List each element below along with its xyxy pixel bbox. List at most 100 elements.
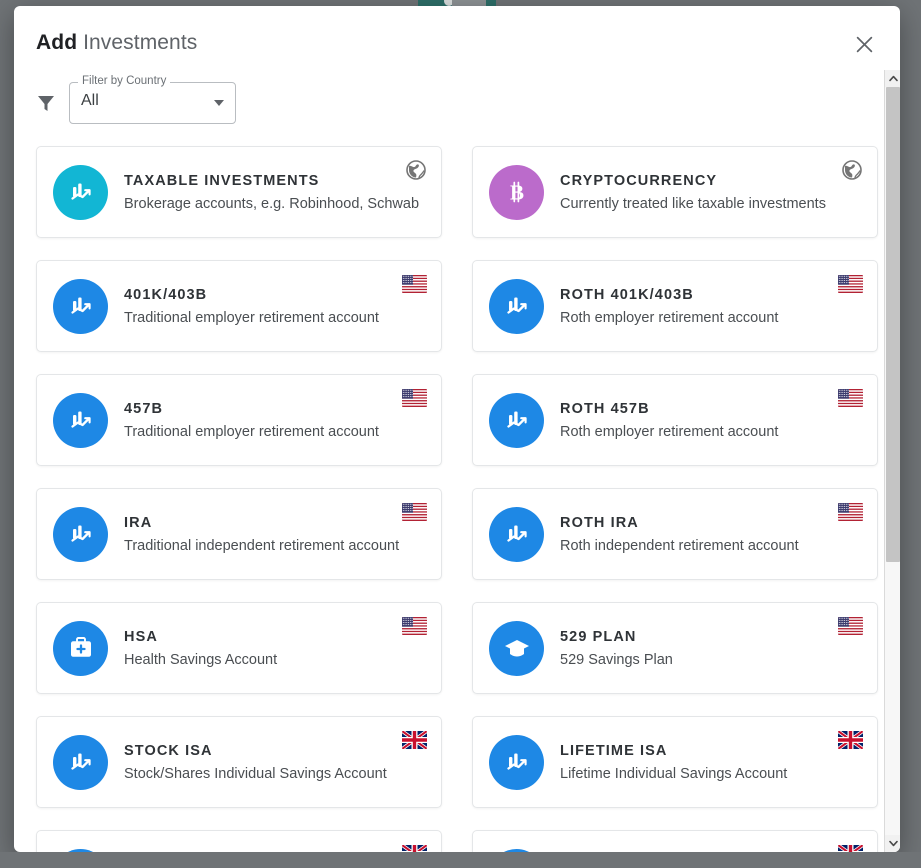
card-title: Roth IRA [560,514,639,531]
card-title: Stock ISA [124,742,213,759]
uk-flag-icon [838,731,863,749]
card-text-block: 401K/403B Traditional employer retirement… [124,287,379,326]
card-icon-badge [53,734,108,790]
scroll-down-button[interactable] [885,835,900,852]
chart-trending-up-icon [506,297,527,314]
us-flag-icon [402,389,427,407]
card-text-block: 457B Traditional employer retirement acco… [124,401,379,440]
card-title: Roth 457B [560,400,650,417]
us-flag-icon [838,617,863,635]
dialog-header: Add Investments [14,6,900,76]
scroll-up-button[interactable] [885,70,900,87]
chevron-up-icon [888,75,898,82]
investment-type-list: Taxable Investments Brokerage accounts, e… [14,138,900,852]
card-title: IRA [124,514,153,531]
card-text-block: Stock ISA Stock/Shares Individual Savings… [124,743,387,782]
investment-type-card[interactable]: Roth IRA Roth independent retirement acco… [472,488,878,580]
card-region-indicator [402,845,427,852]
us-flag-icon [402,503,427,521]
card-icon-badge [53,164,108,220]
chevron-down-icon [888,840,898,847]
card-region-indicator [838,617,863,635]
card-region-indicator [402,275,427,293]
investment-type-card[interactable]: Lifetime ISA Lifetime Individual Savings … [472,716,878,808]
card-subtitle: Traditional employer retirement account [124,423,379,440]
us-flag-icon [402,617,427,635]
chevron-down-icon[interactable] [214,100,224,106]
card-icon-badge [489,506,544,562]
investment-type-card[interactable]: 529 Plan 529 Savings Plan [472,602,878,694]
uk-flag-icon [402,845,427,852]
viewport-bottom-edge [0,852,921,868]
investment-type-card[interactable]: Roth 401K/403B Roth employer retirement a… [472,260,878,352]
card-text-block: HSA Health Savings Account [124,629,277,668]
card-title: 457B [124,400,164,417]
card-title: Cryptocurrency [560,172,718,189]
card-icon-badge [489,278,544,334]
card-region-indicator [838,731,863,749]
uk-flag-icon [402,731,427,749]
card-icon-badge [53,392,108,448]
card-region-indicator [838,275,863,293]
investment-type-card[interactable] [36,830,442,852]
card-title: 529 Plan [560,628,637,645]
scrollbar-thumb[interactable] [886,87,900,562]
card-icon-badge [489,620,544,676]
card-title: HSA [124,628,158,645]
investment-type-card[interactable] [472,830,878,852]
card-region-indicator [838,845,863,852]
card-region-indicator [838,389,863,407]
investment-type-card[interactable]: HSA Health Savings Account [36,602,442,694]
vertical-scrollbar[interactable] [884,70,900,852]
graduation-cap-icon [504,640,529,657]
chart-trending-up-icon [506,411,527,428]
card-subtitle: Brokerage accounts, e.g. Robinhood, Schw… [124,195,420,212]
card-subtitle: Lifetime Individual Savings Account [560,765,788,782]
globe-icon [406,160,426,180]
dialog-title-light: Investments [83,31,198,54]
card-icon-badge [53,506,108,562]
chart-trending-up-icon [70,411,91,428]
investment-type-card[interactable]: 457B Traditional employer retirement acco… [36,374,442,466]
chart-trending-up-icon [70,297,91,314]
country-filter-value: All [81,92,99,109]
chart-trending-up-icon [506,753,527,770]
card-icon-badge [489,734,544,790]
card-text-block: IRA Traditional independent retirement ac… [124,515,399,554]
country-filter-label: Filter by Country [78,75,171,88]
card-region-indicator [405,159,427,181]
filter-funnel-icon [38,96,54,111]
card-region-indicator [838,503,863,521]
card-text-block: Roth IRA Roth independent retirement acco… [560,515,799,554]
investment-type-card[interactable]: Stock ISA Stock/Shares Individual Savings… [36,716,442,808]
investment-type-card[interactable]: IRA Traditional independent retirement ac… [36,488,442,580]
card-region-indicator [841,159,863,181]
card-text-block: 529 Plan 529 Savings Plan [560,629,673,668]
investment-type-card[interactable]: 401K/403B Traditional employer retirement… [36,260,442,352]
chart-trending-up-icon [70,183,91,200]
card-text-block: Taxable Investments Brokerage accounts, e… [124,173,419,212]
investment-type-card[interactable]: Roth 457B Roth employer retirement accoun… [472,374,878,466]
card-subtitle: Stock/Shares Individual Savings Account [124,765,387,782]
card-text-block: Roth 401K/403B Roth employer retirement a… [560,287,778,326]
add-investments-dialog: Add Investments Filter by Country All Ta… [14,6,900,852]
page-root: Add Investments Filter by Country All Ta… [0,0,921,868]
card-subtitle: Roth employer retirement account [560,423,779,440]
medical-bag-icon [70,637,91,657]
card-subtitle: Roth employer retirement account [560,309,779,326]
page-title: Add Investments [36,31,197,55]
card-subtitle: Traditional employer retirement account [124,309,379,326]
us-flag-icon [838,275,863,293]
card-subtitle: Health Savings Account [124,651,278,668]
card-subtitle: Roth independent retirement account [560,537,799,554]
card-icon-badge [53,278,108,334]
investment-type-card[interactable]: B Cryptocurrency Currently treated like ta… [472,146,878,238]
card-subtitle: Currently treated like taxable investmen… [560,195,826,212]
card-text-block: Cryptocurrency Currently treated like tax… [560,173,826,212]
card-icon-badge [53,620,108,676]
investment-type-grid: Taxable Investments Brokerage accounts, e… [14,138,900,852]
card-subtitle: Traditional independent retirement accou… [124,537,400,554]
close-button[interactable] [850,30,878,58]
country-filter-select[interactable]: Filter by Country All [69,75,236,124]
investment-type-card[interactable]: Taxable Investments Brokerage accounts, e… [36,146,442,238]
